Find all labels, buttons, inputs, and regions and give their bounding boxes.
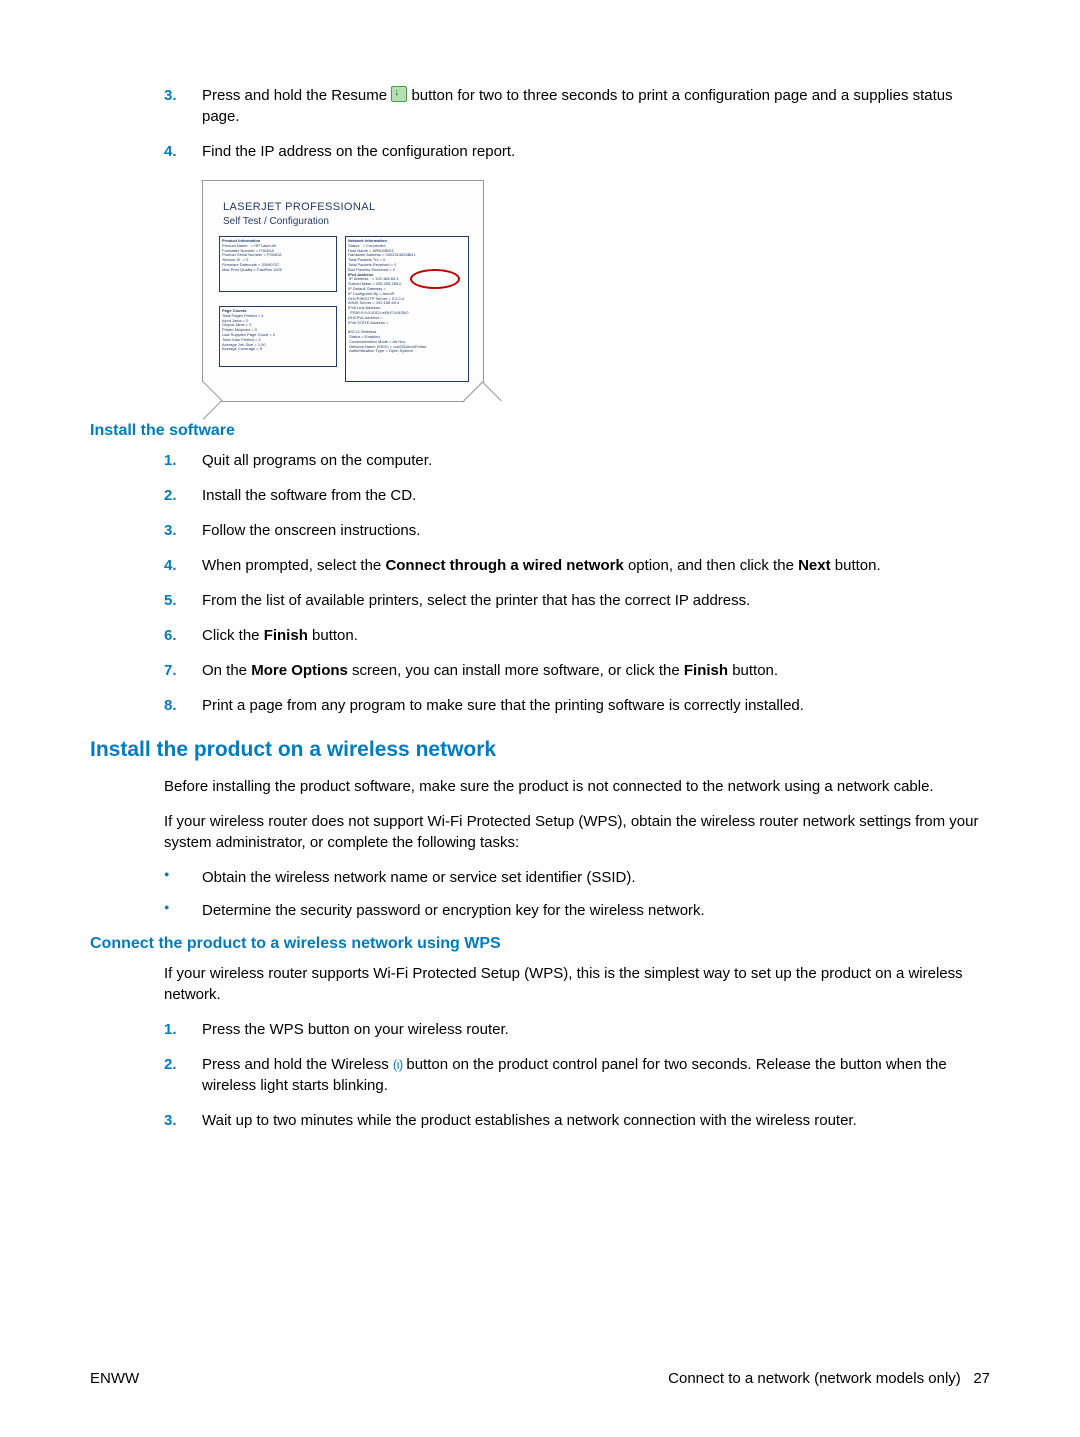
wireless-p1: Before installing the product software, … xyxy=(164,776,990,797)
wps-step-3: 3.Wait up to two minutes while the produ… xyxy=(202,1110,990,1131)
isw-step-2: 2.Install the software from the CD. xyxy=(202,485,990,506)
step-4: 4. Find the IP address on the configurat… xyxy=(202,141,990,162)
wireless-bullet-1: Obtain the wireless network name or serv… xyxy=(202,867,990,888)
network-info-heading: Network Information xyxy=(348,238,387,243)
resume-icon xyxy=(391,86,407,102)
wireless-icon: (ı) xyxy=(393,1057,402,1072)
wireless-install-heading: Install the product on a wireless networ… xyxy=(90,738,990,762)
wireless-bullet-2: Determine the security password or encry… xyxy=(202,900,990,921)
wps-step-2: 2. Press and hold the Wireless (ı) butto… xyxy=(202,1054,990,1096)
step-4-text: Find the IP address on the configuration… xyxy=(202,143,515,160)
wps-heading: Connect the product to a wireless networ… xyxy=(90,935,990,953)
page-counts-heading: Page Counts xyxy=(222,308,246,313)
wps-step-1: 1.Press the WPS button on your wireless … xyxy=(202,1019,990,1040)
wps-steps: 1.Press the WPS button on your wireless … xyxy=(90,1019,990,1131)
wireless-p2: If your wireless router does not support… xyxy=(164,811,990,853)
wireless-tasks-list: Obtain the wireless network name or serv… xyxy=(90,867,990,921)
footer-section-title: Connect to a network (network models onl… xyxy=(668,1370,961,1387)
product-info-heading: Product Information xyxy=(222,238,260,243)
isw-step-4: 4. When prompted, select the Connect thr… xyxy=(202,555,990,576)
step-3-text-a: Press and hold the Resume xyxy=(202,87,391,104)
page-footer: ENWW Connect to a network (network model… xyxy=(90,1370,990,1387)
isw-step-1: 1.Quit all programs on the computer. xyxy=(202,450,990,471)
isw-step-3: 3.Follow the onscreen instructions. xyxy=(202,520,990,541)
product-info-box: Product Information Product Name = HP La… xyxy=(219,236,337,292)
install-software-steps: 1.Quit all programs on the computer. 2.I… xyxy=(90,450,990,716)
wps-p1: If your wireless router supports Wi-Fi P… xyxy=(164,963,990,1005)
isw-step-7: 7. On the More Options screen, you can i… xyxy=(202,660,990,681)
step-num-4: 4. xyxy=(164,141,177,162)
page-number: 27 xyxy=(973,1370,990,1387)
step-num-3: 3. xyxy=(164,85,177,106)
ip-value: = 192.168.69.3 xyxy=(372,276,399,281)
config-report-figure: LASERJET PROFESSIONAL Self Test / Config… xyxy=(202,180,484,402)
ip-highlight-oval xyxy=(410,269,460,289)
footer-left: ENWW xyxy=(90,1370,139,1387)
figure-subtitle: Self Test / Configuration xyxy=(223,216,329,227)
cut-corner-bl xyxy=(184,381,222,419)
install-software-heading: Install the software xyxy=(90,422,990,440)
steps-continuation: 3. Press and hold the Resume button for … xyxy=(90,85,990,162)
isw-step-6: 6. Click the Finish button. xyxy=(202,625,990,646)
step-3: 3. Press and hold the Resume button for … xyxy=(202,85,990,127)
page-counts-box: Page Counts Total Pages Printed = 4Input… xyxy=(219,306,337,367)
figure-title: LASERJET PROFESSIONAL xyxy=(223,201,375,213)
isw-step-5: 5.From the list of available printers, s… xyxy=(202,590,990,611)
footer-right: Connect to a network (network models onl… xyxy=(668,1370,990,1387)
cut-corner-br xyxy=(463,381,501,419)
ipv4-label: IPv4 Address xyxy=(348,272,373,277)
isw-step-8: 8.Print a page from any program to make … xyxy=(202,695,990,716)
network-info-box: Network Information Status = ConnectedHo… xyxy=(345,236,469,382)
